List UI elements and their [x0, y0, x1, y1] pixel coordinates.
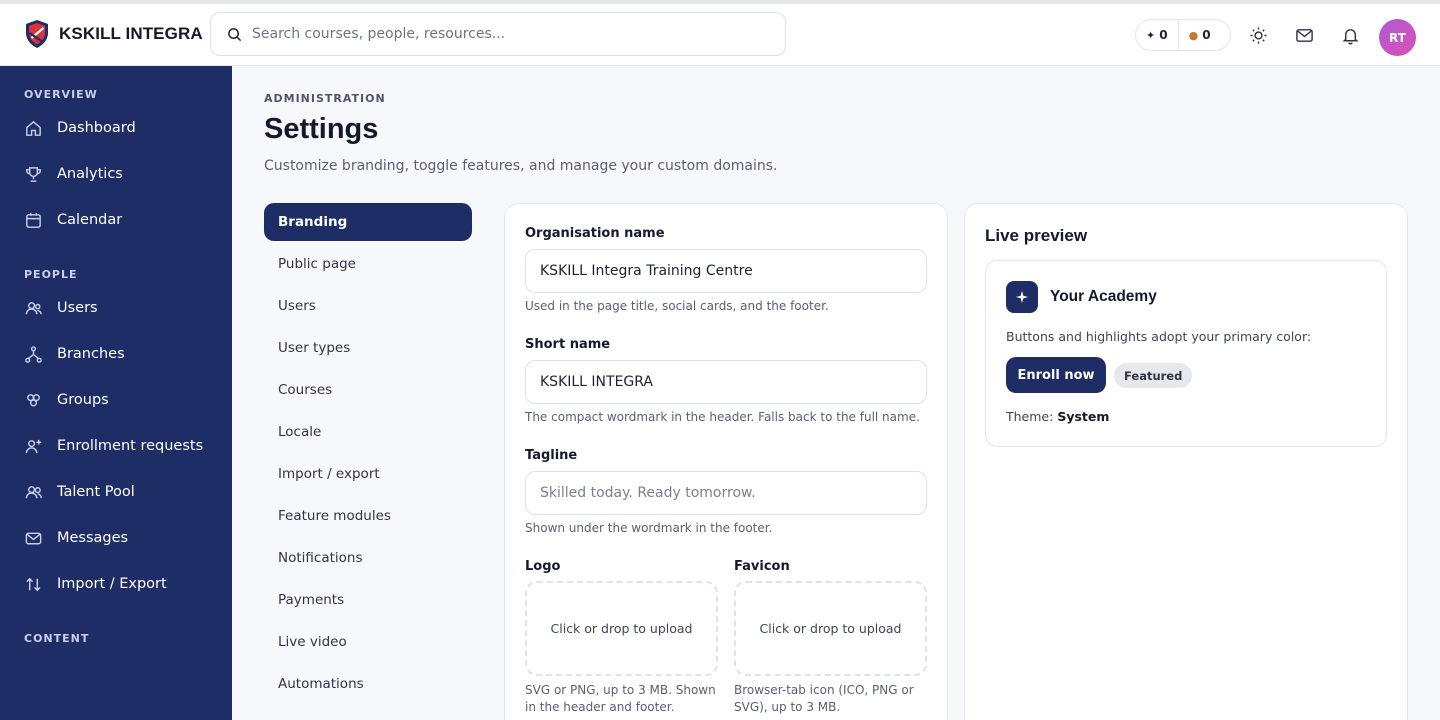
page-eyebrow: ADMINISTRATION	[264, 92, 386, 105]
favicon-dropzone[interactable]: Click or drop to upload	[734, 581, 927, 676]
sparks-stat[interactable]: ✦ 0	[1136, 20, 1178, 50]
tab-notifications[interactable]: Notifications	[264, 539, 472, 577]
sidebar-item-label: Dashboard	[57, 120, 136, 136]
sparkle-icon	[1006, 281, 1038, 313]
tagline-label: Tagline	[525, 448, 578, 463]
sidebar-item-label: Messages	[57, 530, 129, 546]
user-plus-icon	[25, 439, 42, 453]
theme-toggle-sun-icon[interactable]	[1248, 25, 1268, 45]
short-name-label: Short name	[525, 337, 611, 352]
tab-live-video[interactable]: Live video	[264, 623, 472, 661]
sidebar-item-enrollment-requests[interactable]: Enrollment requests	[24, 428, 214, 464]
stat-pills[interactable]: ✦ 0 ● 0	[1135, 19, 1231, 51]
org-name-label: Organisation name	[525, 226, 665, 241]
tab-users[interactable]: Users	[264, 287, 472, 325]
brand-name: KSKILL INTEGRA	[59, 24, 203, 43]
sidebar-item-analytics[interactable]: Analytics	[24, 156, 214, 192]
search-box[interactable]	[210, 12, 786, 56]
calendar-icon	[26, 212, 41, 228]
sidebar-item-label: Enrollment requests	[57, 438, 204, 454]
tab-feature-modules[interactable]: Feature modules	[264, 497, 472, 535]
preview-sample: Your Academy Buttons and highlights adop…	[985, 260, 1387, 447]
theme-line: Theme: System	[1006, 409, 1109, 424]
brand[interactable]: KSKILL INTEGRA	[24, 18, 203, 50]
logo-help: SVG or PNG, up to 3 MB. Shown in the hea…	[525, 683, 716, 714]
tab-branding[interactable]: Branding	[264, 203, 472, 241]
academy-name: Your Academy	[1050, 288, 1157, 305]
sidebar-item-label: Analytics	[57, 166, 123, 182]
sidebar-item-label: Users	[57, 300, 98, 316]
streak-count: 0	[1202, 28, 1211, 42]
sidebar-item-label: Talent Pool	[57, 484, 135, 500]
home-icon	[26, 120, 41, 136]
branches-icon	[25, 345, 42, 363]
page-subtitle: Customize branding, toggle features, and…	[264, 158, 778, 174]
sidebar-item-label: Import / Export	[57, 576, 167, 592]
settings-subnav: Branding Public page Users User types Co…	[264, 203, 472, 707]
favicon-label: Favicon	[734, 559, 790, 574]
tab-import-export[interactable]: Import / export	[264, 455, 472, 493]
tagline-input[interactable]	[525, 471, 927, 515]
featured-badge: Featured	[1114, 363, 1193, 388]
sidebar-item-branches[interactable]: Branches	[24, 336, 214, 372]
shield-logo-icon	[26, 20, 48, 48]
branding-form-card: Organisation name Used in the page title…	[504, 203, 948, 720]
avatar[interactable]: RT	[1379, 19, 1416, 56]
tab-locale[interactable]: Locale	[264, 413, 472, 451]
sidebar-item-groups[interactable]: Groups	[24, 382, 214, 418]
theme-label: Theme:	[1006, 409, 1054, 424]
logo-dropzone[interactable]: Click or drop to upload	[525, 581, 718, 676]
theme-value: System	[1057, 409, 1110, 424]
tab-public-page[interactable]: Public page	[264, 245, 472, 283]
sidebar-item-label: Groups	[57, 392, 109, 408]
tab-payments[interactable]: Payments	[264, 581, 472, 619]
enroll-now-button[interactable]: Enroll now	[1006, 357, 1106, 393]
sidebar-item-import-export[interactable]: Import / Export	[24, 566, 214, 602]
sidebar-item-users[interactable]: Users	[24, 290, 214, 326]
sidebar-item-label: Calendar	[57, 212, 123, 228]
streak-stat[interactable]: ● 0	[1177, 20, 1221, 50]
flame-icon: ●	[1188, 28, 1199, 42]
sidebar-item-talent-pool[interactable]: Talent Pool	[24, 474, 214, 510]
short-name-help: The compact wordmark in the header. Fall…	[525, 410, 920, 424]
page-title: Settings	[264, 113, 379, 145]
tab-user-types[interactable]: User types	[264, 329, 472, 367]
favicon-help: Browser-tab icon (ICO, PNG or SVG), up t…	[734, 683, 914, 714]
sidebar: OVERVIEW Dashboard Analytics Calendar PE…	[0, 66, 232, 720]
sidebar-item-calendar[interactable]: Calendar	[24, 202, 214, 238]
search-icon	[228, 27, 242, 41]
short-name-input[interactable]	[525, 360, 927, 404]
import-export-icon	[26, 577, 41, 591]
mail-icon	[25, 532, 42, 544]
preview-description: Buttons and highlights adopt your primar…	[1006, 329, 1312, 344]
trophy-icon	[26, 166, 41, 182]
nav-section-content: CONTENT	[24, 632, 90, 645]
nav-section-overview: OVERVIEW	[24, 88, 98, 101]
sidebar-item-messages[interactable]: Messages	[24, 520, 214, 556]
bell-icon[interactable]	[1340, 25, 1360, 45]
org-name-help: Used in the page title, social cards, an…	[525, 299, 829, 313]
preview-title: Live preview	[985, 226, 1088, 245]
tab-courses[interactable]: Courses	[264, 371, 472, 409]
org-name-input[interactable]	[525, 249, 927, 293]
logo-label: Logo	[525, 559, 561, 574]
tagline-help: Shown under the wordmark in the footer.	[525, 521, 773, 535]
talent-icon	[25, 485, 42, 498]
mail-icon[interactable]	[1294, 25, 1314, 45]
tab-automations[interactable]: Automations	[264, 665, 472, 703]
search-input[interactable]	[252, 26, 752, 42]
groups-icon	[27, 393, 40, 406]
live-preview-card: Live preview Your Academy Buttons and hi…	[964, 203, 1408, 720]
sidebar-item-label: Branches	[57, 346, 125, 362]
sparkle-icon: ✦	[1146, 28, 1156, 42]
sparks-count: 0	[1159, 28, 1168, 42]
top-bar: KSKILL INTEGRA ✦ 0 ● 0 RT	[0, 0, 1440, 66]
nav-section-people: PEOPLE	[24, 268, 78, 281]
users-icon	[25, 301, 42, 314]
sidebar-item-dashboard[interactable]: Dashboard	[24, 110, 214, 146]
